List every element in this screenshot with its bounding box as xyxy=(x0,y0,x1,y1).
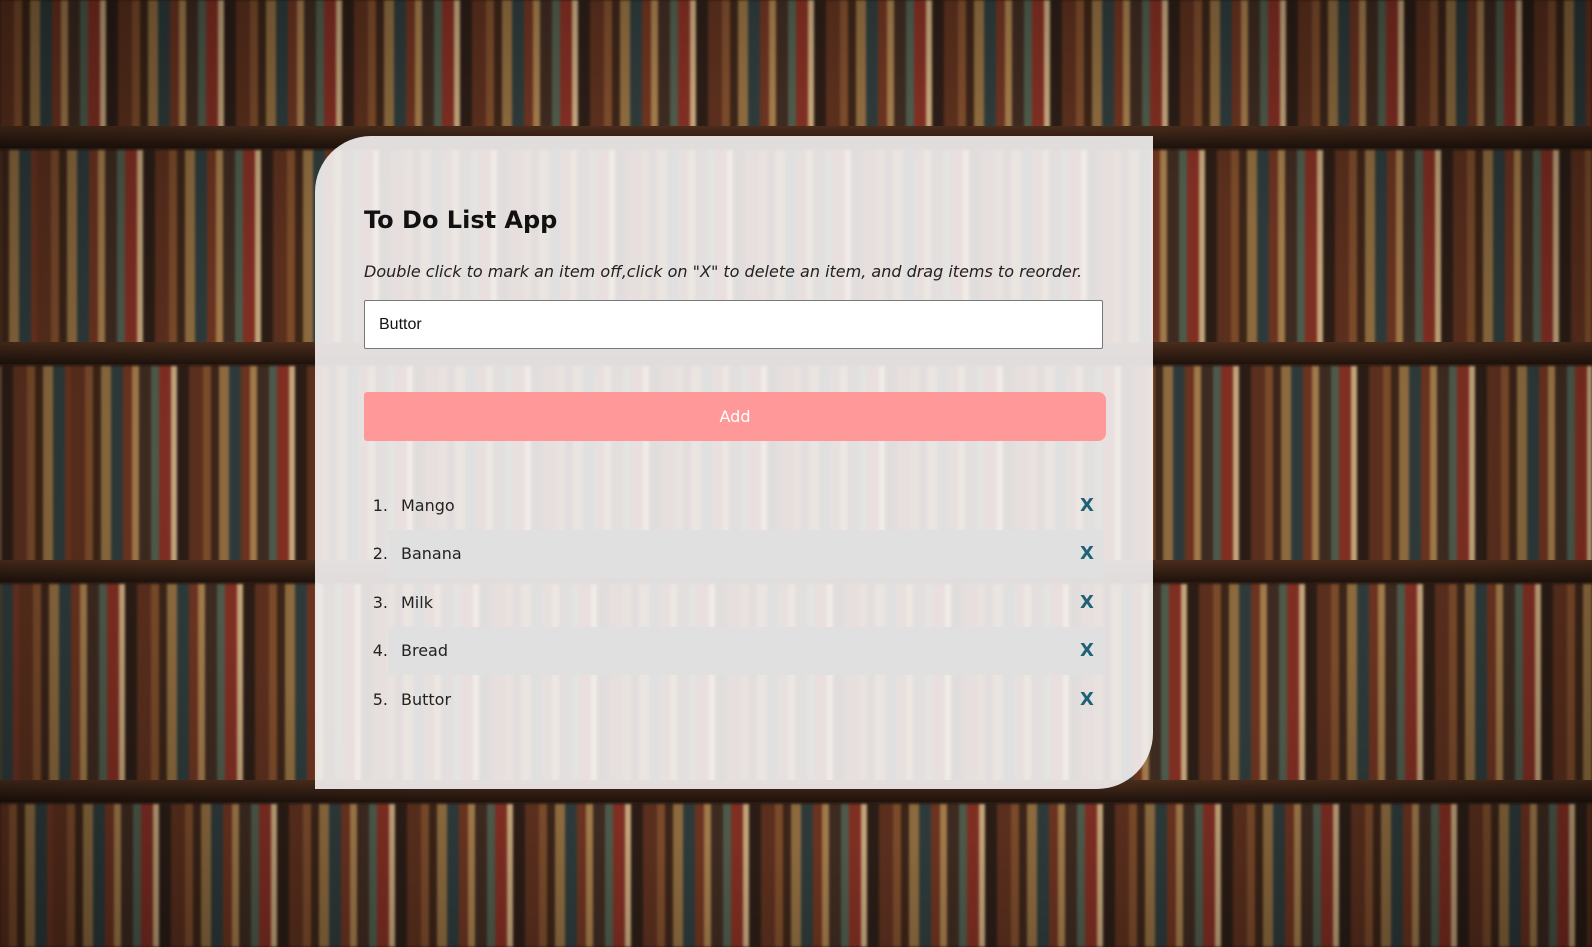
todo-list: 1. Mango X 2. Banana X 3. Milk X 4. Brea… xyxy=(364,481,1104,724)
add-button[interactable]: Add xyxy=(364,392,1106,441)
delete-item-button[interactable]: X xyxy=(1072,592,1102,613)
todo-item-number: 4. xyxy=(372,641,388,661)
todo-item-body[interactable]: Banana X xyxy=(388,529,1104,578)
todo-card: To Do List App Double click to mark an i… xyxy=(315,136,1153,789)
app-title: To Do List App xyxy=(364,206,558,234)
todo-item[interactable]: 5. Buttor X xyxy=(364,675,1104,724)
todo-item-text[interactable]: Mango xyxy=(401,496,1072,515)
todo-item-text[interactable]: Buttor xyxy=(401,690,1072,709)
instructions-text: Double click to mark an item off,click o… xyxy=(364,262,1083,281)
todo-item-number: 1. xyxy=(372,495,388,515)
todo-item-number: 5. xyxy=(372,689,388,709)
todo-item-body[interactable]: Buttor X xyxy=(388,675,1104,724)
todo-item-body[interactable]: Milk X xyxy=(388,578,1104,627)
todo-item[interactable]: 4. Bread X xyxy=(364,626,1104,675)
delete-item-button[interactable]: X xyxy=(1072,495,1102,516)
todo-item[interactable]: 3. Milk X xyxy=(364,578,1104,627)
delete-item-button[interactable]: X xyxy=(1072,640,1102,661)
delete-item-button[interactable]: X xyxy=(1072,689,1102,710)
todo-item[interactable]: 1. Mango X xyxy=(364,481,1104,530)
todo-item-number: 2. xyxy=(372,544,388,564)
todo-item-number: 3. xyxy=(372,592,388,612)
new-item-input[interactable] xyxy=(364,300,1103,349)
todo-item-body[interactable]: Mango X xyxy=(388,481,1104,530)
todo-item[interactable]: 2. Banana X xyxy=(364,529,1104,578)
delete-item-button[interactable]: X xyxy=(1072,543,1102,564)
todo-item-text[interactable]: Banana xyxy=(401,544,1072,563)
todo-item-text[interactable]: Bread xyxy=(401,641,1072,660)
todo-item-text[interactable]: Milk xyxy=(401,593,1072,612)
todo-item-body[interactable]: Bread X xyxy=(388,626,1104,675)
